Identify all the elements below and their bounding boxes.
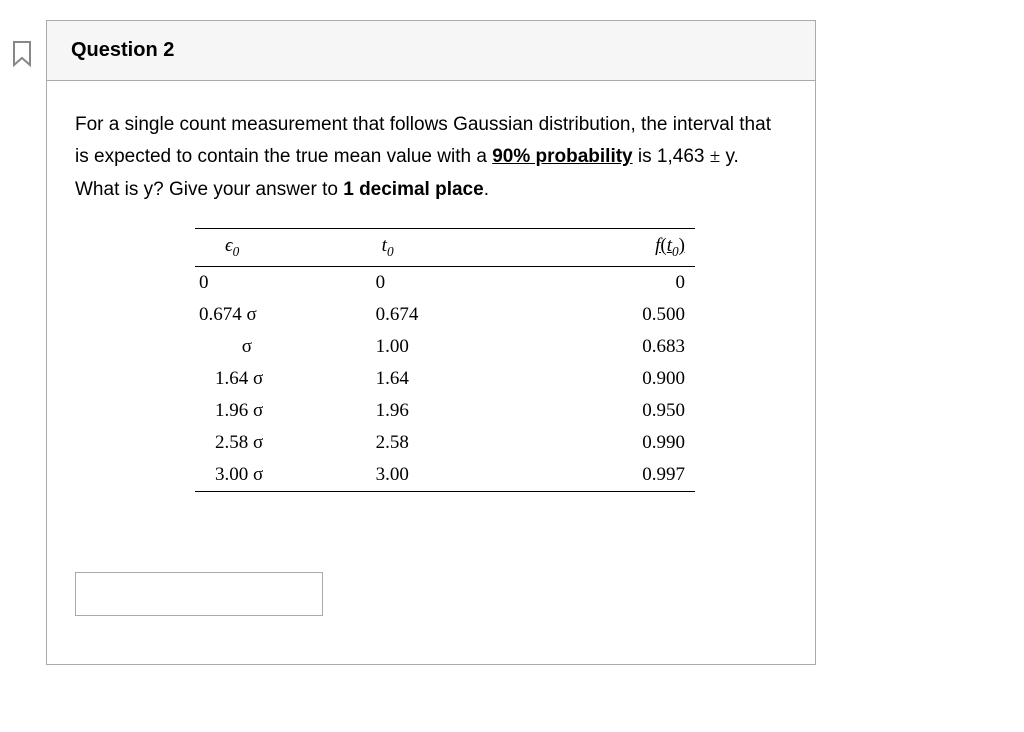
table-row: 1.96 σ 1.96 0.950 bbox=[195, 395, 695, 427]
question-body: For a single count measurement that foll… bbox=[47, 81, 815, 664]
question-text-part2: is 1,463 bbox=[633, 146, 710, 167]
table-row: σ 1.00 0.683 bbox=[195, 331, 695, 363]
answer-input[interactable] bbox=[75, 572, 323, 616]
table-row: 3.00 σ 3.00 0.997 bbox=[195, 459, 695, 492]
question-text-part4: . bbox=[484, 179, 489, 200]
answer-input-container bbox=[75, 572, 787, 616]
plus-minus-symbol: ± bbox=[710, 146, 720, 167]
bookmark-icon[interactable] bbox=[10, 40, 34, 68]
table-row: 0 0 0 bbox=[195, 266, 695, 299]
question-header: Question 2 bbox=[47, 21, 815, 81]
question-highlight-probability: 90% probability bbox=[492, 146, 632, 167]
table-row: 0.674 σ 0.674 0.500 bbox=[195, 299, 695, 331]
table-row: 1.64 σ 1.64 0.900 bbox=[195, 363, 695, 395]
question-card: Question 2 For a single count measuremen… bbox=[46, 20, 816, 665]
table-row: 2.58 σ 2.58 0.990 bbox=[195, 427, 695, 459]
table-header-epsilon: ϵ0 bbox=[195, 228, 362, 266]
question-title: Question 2 bbox=[71, 39, 791, 62]
table-header-ft0: f(t0) bbox=[528, 228, 695, 266]
table-header-t0: t0 bbox=[362, 228, 529, 266]
question-highlight-decimal: 1 decimal place bbox=[343, 179, 483, 200]
table-body: 0 0 0 0.674 σ 0.674 0.500 σ 1.00 0.683 bbox=[195, 266, 695, 491]
gaussian-table: ϵ0 t0 f(t0) 0 0 0 0.674 σ 0.674 0.500 bbox=[195, 228, 695, 492]
question-text: For a single count measurement that foll… bbox=[75, 109, 787, 206]
